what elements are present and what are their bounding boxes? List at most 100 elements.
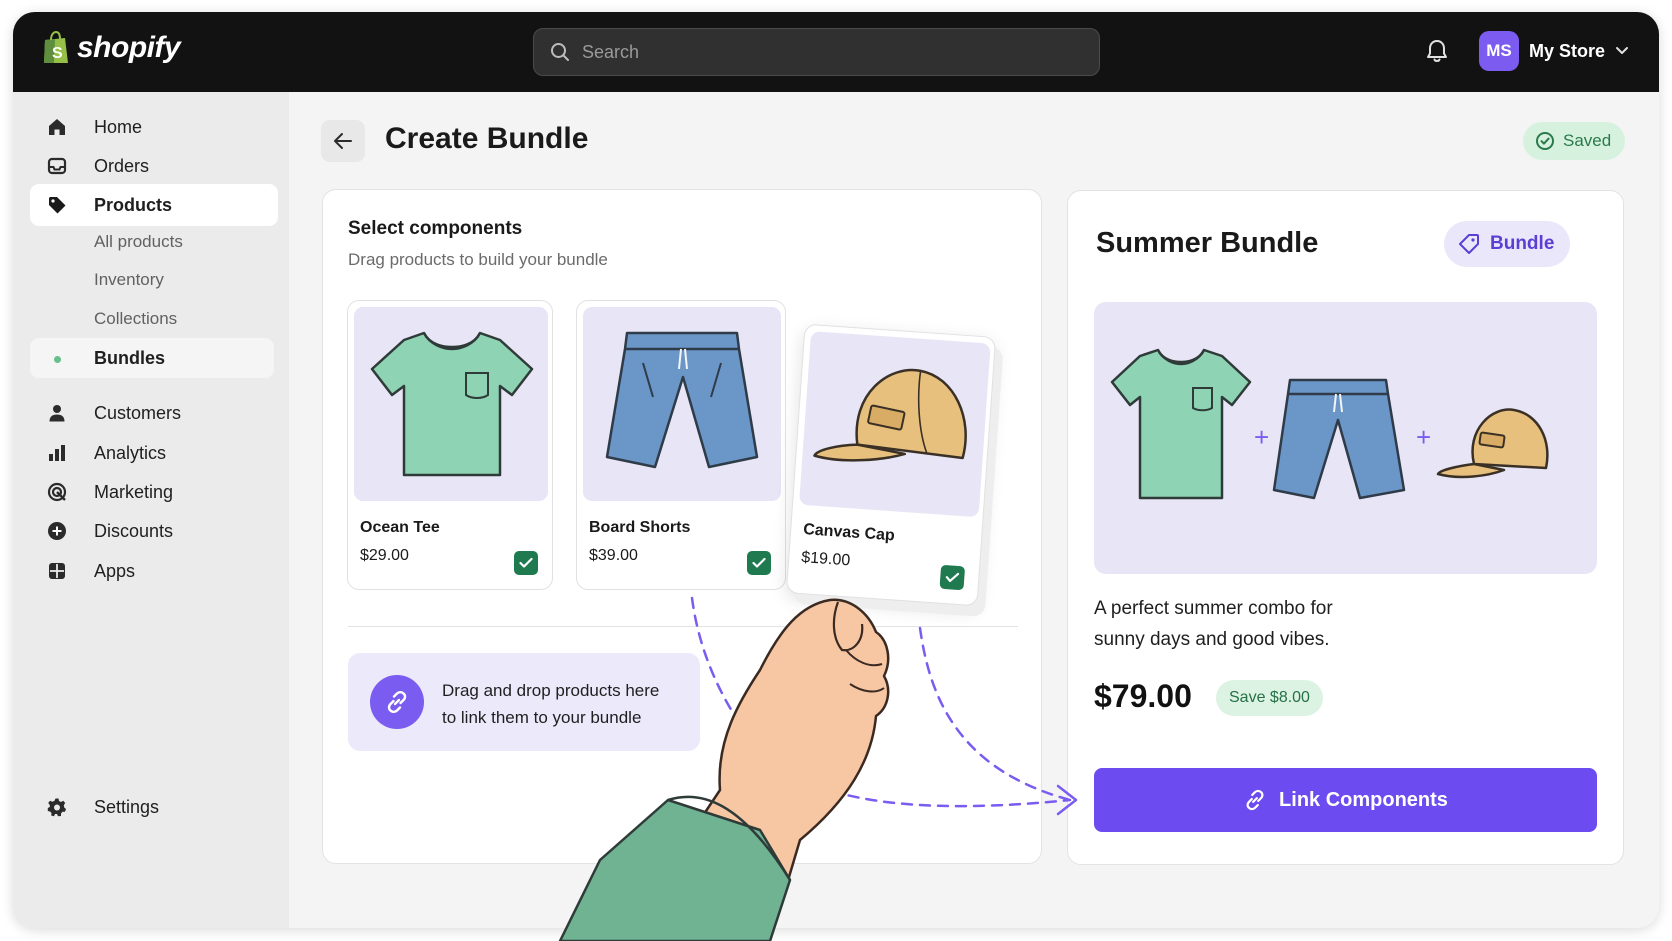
- cap-icon: [813, 368, 967, 462]
- avatar: MS: [1479, 31, 1519, 71]
- link-components-label: Link Components: [1279, 788, 1448, 811]
- sidebar-item-analytics[interactable]: Analytics: [30, 432, 278, 474]
- sidebar-item-apps[interactable]: Apps: [30, 550, 278, 592]
- search-bar[interactable]: [533, 28, 1100, 76]
- saved-label: Saved: [1563, 131, 1612, 150]
- sidebar-item-label: Discounts: [94, 520, 174, 541]
- apps-icon: [49, 563, 65, 579]
- sidebar-item-customers[interactable]: Customers: [30, 392, 278, 434]
- target-icon: [47, 482, 67, 502]
- checkmark-icon: [945, 572, 960, 583]
- link-components-button[interactable]: Link Components: [1094, 768, 1597, 832]
- bundle-products-illustration: + +: [1110, 348, 1549, 500]
- bundle-image: + +: [1094, 302, 1597, 574]
- product-checkbox[interactable]: [939, 564, 966, 591]
- sidebar-item-label: Collections: [94, 309, 178, 328]
- sidebar-item-products[interactable]: Products: [30, 184, 278, 226]
- bar-chart-icon: [49, 445, 65, 461]
- product-name: Board Shorts: [589, 519, 691, 536]
- sidebar-item-orders[interactable]: Orders: [30, 145, 278, 187]
- bundle-description: A perfect summer combo for sunny days an…: [1094, 593, 1394, 655]
- link-circle: [370, 675, 424, 729]
- description-line-1: A perfect summer combo for: [1094, 598, 1333, 619]
- drop-zone[interactable]: Drag and drop products here to link them…: [348, 653, 700, 751]
- sidebar-item-collections[interactable]: Collections: [30, 300, 278, 338]
- plus-sign: +: [1254, 422, 1269, 452]
- sidebar-item-all-products[interactable]: All products: [30, 223, 278, 261]
- inbox-icon: [47, 157, 67, 175]
- sidebar-item-marketing[interactable]: Marketing: [30, 471, 278, 513]
- product-card-ocean-tee[interactable]: Ocean Tee $29.00: [347, 300, 553, 590]
- bundle-tag-label: Bundle: [1490, 233, 1555, 254]
- checkmark-icon: [752, 557, 766, 568]
- product-card-canvas-cap[interactable]: Canvas Cap $19.00: [785, 323, 997, 607]
- description-line-2: sunny days and good vibes.: [1094, 629, 1330, 650]
- plus-sign: +: [1416, 422, 1431, 452]
- sidebar-item-home[interactable]: Home: [30, 106, 278, 148]
- link-icon: [387, 690, 407, 714]
- back-button[interactable]: [321, 120, 365, 162]
- product-price: $29.00: [360, 547, 409, 564]
- drop-zone-line-1: Drag and drop products here: [442, 681, 660, 700]
- discount-icon: [48, 522, 66, 540]
- product-image: [354, 307, 548, 501]
- drop-zone-text: Drag and drop products here to link them…: [442, 677, 692, 731]
- arrow-left-icon: [334, 133, 352, 149]
- active-indicator-dot: [54, 356, 61, 363]
- tag-icon: [49, 197, 66, 214]
- shopping-bag-logo-icon: S: [44, 31, 68, 63]
- cap-icon: [1436, 408, 1549, 479]
- bundle-price: $79.00: [1094, 678, 1192, 714]
- chevron-down-icon: [1616, 47, 1629, 54]
- bundle-tag-badge[interactable]: Bundle: [1444, 221, 1571, 267]
- tag-outline-icon: [1459, 234, 1479, 254]
- saved-status-badge: Saved: [1523, 122, 1626, 160]
- bundle-summary-card: Summer Bundle Bundle + + A perfect summe…: [1067, 190, 1624, 865]
- shorts-icon: [1272, 378, 1406, 500]
- components-card: Select components Drag products to build…: [322, 189, 1042, 864]
- sidebar-item-settings[interactable]: Settings: [30, 786, 278, 828]
- divider: [348, 626, 1018, 627]
- store-switcher[interactable]: MS My Store: [1479, 31, 1629, 71]
- sidebar: Home Orders Products All products Invent…: [13, 92, 289, 928]
- bell-icon: [1427, 40, 1447, 62]
- page: S shopify MS My Store: [0, 0, 1672, 941]
- sidebar-item-discounts[interactable]: Discounts: [30, 510, 278, 552]
- product-price: $39.00: [589, 547, 638, 564]
- svg-text:S: S: [52, 45, 63, 62]
- sidebar-item-label: Analytics: [94, 442, 167, 463]
- savings-badge: Save $8.00: [1216, 680, 1323, 716]
- product-image: [799, 331, 991, 518]
- product-price: $19.00: [800, 548, 851, 570]
- sidebar-item-label: Customers: [94, 402, 182, 423]
- drop-zone-line-2: to link them to your bundle: [442, 708, 642, 727]
- product-card-board-shorts[interactable]: Board Shorts $39.00: [576, 300, 786, 590]
- components-subtitle: Drag products to build your bundle: [348, 250, 608, 269]
- sidebar-item-bundles[interactable]: Bundles: [30, 338, 274, 378]
- sidebar-item-label: Products: [94, 194, 173, 215]
- components-title: Select components: [348, 218, 523, 239]
- top-bar: S shopify MS My Store: [13, 12, 1659, 92]
- product-name: Canvas Cap: [802, 521, 896, 545]
- product-checkbox[interactable]: [514, 551, 538, 575]
- checkmark-icon: [519, 557, 533, 568]
- search-icon: [551, 43, 569, 61]
- sidebar-item-label: Marketing: [94, 481, 174, 502]
- search-input[interactable]: [582, 41, 1062, 63]
- store-name: My Store: [1529, 40, 1606, 61]
- shorts-icon: [605, 331, 759, 469]
- bundle-title: Summer Bundle: [1096, 227, 1319, 259]
- shopify-logo[interactable]: S shopify: [41, 31, 181, 65]
- sidebar-item-label: Settings: [94, 796, 160, 817]
- product-name: Ocean Tee: [360, 519, 440, 536]
- product-checkbox[interactable]: [747, 551, 771, 575]
- sidebar-item-label: All products: [94, 232, 183, 251]
- sidebar-item-label: Apps: [94, 560, 136, 581]
- brand-name: shopify: [77, 31, 181, 64]
- notifications-button[interactable]: [1425, 38, 1449, 69]
- person-icon: [49, 405, 65, 422]
- gear-icon: [47, 798, 66, 817]
- sidebar-item-label: Inventory: [94, 270, 164, 289]
- sidebar-item-inventory[interactable]: Inventory: [30, 261, 278, 299]
- sidebar-item-label: Orders: [94, 155, 150, 176]
